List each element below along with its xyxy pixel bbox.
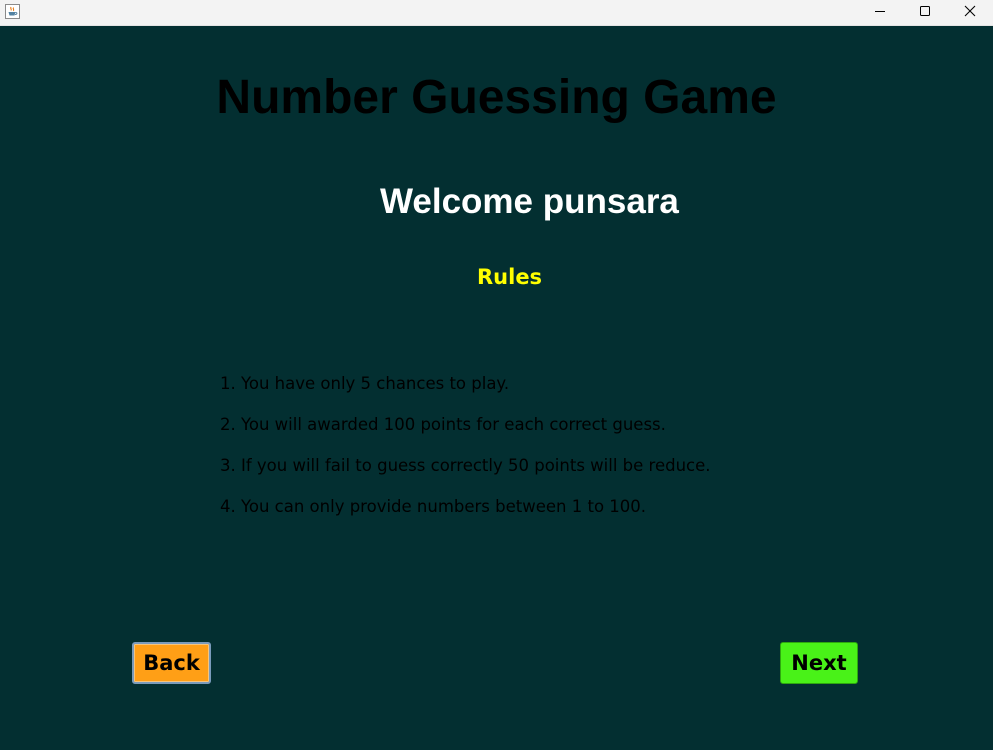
game-window: Number Guessing Game Welcome punsara Rul… — [0, 0, 993, 750]
close-icon[interactable] — [947, 0, 993, 25]
welcome-message: Welcome punsara — [380, 182, 679, 221]
rule-item: 4. You can only provide numbers between … — [220, 497, 647, 516]
java-cup-icon[interactable] — [5, 4, 20, 19]
rules-list: 1. You have only 5 chances to play. 2. Y… — [220, 373, 711, 537]
back-button[interactable]: Back — [132, 642, 211, 684]
minimize-icon[interactable] — [857, 0, 903, 25]
next-button[interactable]: Next — [780, 642, 858, 684]
rule-item: 1. You have only 5 chances to play. — [220, 374, 510, 393]
title-bar — [0, 0, 993, 26]
game-title: Number Guessing Game — [216, 71, 777, 124]
maximize-icon[interactable] — [902, 0, 948, 25]
rule-item: 2. You will awarded 100 points for each … — [220, 415, 666, 434]
rule-item: 3. If you will fail to guess correctly 5… — [220, 456, 711, 475]
rules-heading: Rules — [477, 265, 543, 289]
